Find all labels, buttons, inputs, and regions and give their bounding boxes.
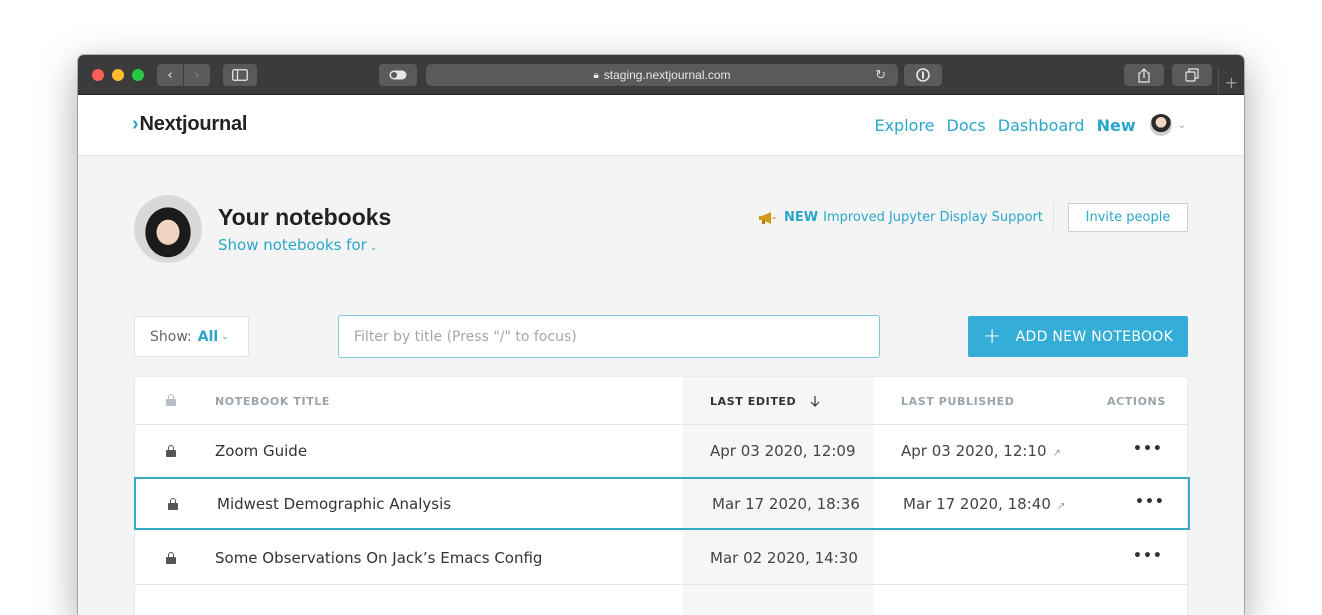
lock-icon [168,498,178,510]
chevron-down-icon: ⌄ [366,243,378,253]
forward-button[interactable]: › [184,64,210,86]
announcement-link[interactable]: NEW Improved Jupyter Display Support [758,210,1043,225]
plus-icon: + [982,323,1002,349]
new-tab-button[interactable]: + [1218,69,1244,95]
password-manager-button[interactable] [904,64,942,86]
zoom-window-button[interactable] [132,69,144,81]
last-edited: Mar 02 2020, 14:30 [710,549,858,567]
table-header: NOTEBOOK TITLE LAST EDITED LAST PUBLISHE… [135,377,1189,425]
privacy-toggle-button[interactable] [379,64,417,86]
show-notebooks-for-label: Show notebooks for [218,236,367,254]
tab-overview-button[interactable] [1172,64,1212,86]
password-manager-icon [916,68,930,82]
logo[interactable]: ›Nextjournal [132,113,247,136]
table-row[interactable]: Some Observations On Jack’s Emacs Config… [135,532,1189,585]
add-new-notebook-label: ADD NEW NOTEBOOK [1015,328,1174,345]
search-input[interactable] [338,315,880,358]
column-header-last-published[interactable]: LAST PUBLISHED [901,395,1014,408]
show-filter-label: Show: [150,328,192,345]
minimize-window-button[interactable] [112,69,124,81]
toggle-icon [389,70,407,80]
nav-new[interactable]: New [1097,116,1136,135]
last-published-date: Apr 03 2020, 12:10 [901,442,1047,460]
nav-explore[interactable]: Explore [874,116,934,135]
show-notebooks-for-dropdown[interactable]: Show notebooks for ⌄ [218,236,377,254]
chevron-right-icon: › [194,67,200,83]
column-header-last-edited-label: LAST EDITED [710,395,797,408]
chevron-down-icon: ⌄ [221,331,229,342]
nav-dashboard[interactable]: Dashboard [998,116,1085,135]
lock-icon [166,552,176,564]
chevron-down-icon[interactable]: ⌄ [1178,120,1186,131]
close-window-button[interactable] [92,69,104,81]
row-actions-button[interactable]: ••• [1133,441,1163,457]
notebook-title[interactable]: Some Observations On Jack’s Emacs Config [215,549,542,567]
share-icon [1138,67,1150,83]
megaphone-icon [759,211,776,224]
logo-text: Nextjournal [139,113,248,135]
announcement-text: Improved Jupyter Display Support [823,210,1043,225]
sidebar-toggle-button[interactable] [223,64,257,86]
row-actions-button[interactable]: ••• [1135,494,1165,510]
arrow-down-icon [810,396,820,407]
external-link-icon: ↗ [1056,501,1066,512]
notebook-title[interactable]: Zoom Guide [215,442,307,460]
browser-toolbar: ‹ › 🔒︎ staging.nextjournal.com ↻ + [78,55,1244,95]
address-bar[interactable]: 🔒︎ staging.nextjournal.com ↻ [426,64,898,86]
nav-docs[interactable]: Docs [947,116,986,135]
share-button[interactable] [1124,64,1164,86]
column-header-title[interactable]: NOTEBOOK TITLE [215,395,330,408]
tabs-icon [1185,68,1199,82]
app-header: ›Nextjournal Explore Docs Dashboard New … [78,95,1244,156]
logo-chevron: › [132,113,139,135]
notebook-title[interactable]: Midwest Demographic Analysis [217,495,451,513]
last-published[interactable]: Apr 03 2020, 12:10 ↗ [901,442,1061,460]
address-url: staging.nextjournal.com [603,68,731,82]
add-new-notebook-button[interactable]: + ADD NEW NOTEBOOK [968,316,1188,357]
external-link-icon: ↗ [1052,448,1061,459]
last-published-date: Mar 17 2020, 18:40 [903,495,1051,513]
chevron-left-icon: ‹ [167,67,173,83]
browser-window: ‹ › 🔒︎ staging.nextjournal.com ↻ + ›Next… [78,55,1244,615]
column-header-actions: ACTIONS [1107,395,1166,408]
lock-icon [166,445,176,457]
lock-icon [166,394,176,406]
column-header-last-edited[interactable]: LAST EDITED [710,395,821,408]
plus-icon: + [1224,72,1239,92]
invite-people-button[interactable]: Invite people [1068,203,1188,232]
divider [1053,203,1054,231]
row-actions-button[interactable]: ••• [1133,548,1163,564]
last-edited: Mar 17 2020, 18:36 [712,495,860,513]
show-filter-dropdown[interactable]: Show: All ⌄ [134,316,249,357]
back-button[interactable]: ‹ [157,64,183,86]
top-navigation: Explore Docs Dashboard New ⌄ [862,114,1186,136]
profile-avatar [134,195,202,263]
avatar[interactable] [1149,114,1172,136]
page-title: Your notebooks [218,204,392,230]
sidebar-icon [232,69,248,81]
reload-icon[interactable]: ↻ [875,67,886,83]
lock-icon: 🔒︎ [593,69,599,81]
announcement-new-badge: NEW [784,210,819,225]
last-published[interactable]: Mar 17 2020, 18:40 ↗ [903,495,1065,513]
show-filter-value: All [197,328,219,345]
table-row[interactable]: Midwest Demographic Analysis Mar 17 2020… [134,477,1190,530]
notebooks-table: NOTEBOOK TITLE LAST EDITED LAST PUBLISHE… [134,376,1190,615]
last-edited: Apr 03 2020, 12:09 [710,442,856,460]
table-row[interactable]: Zoom Guide Apr 03 2020, 12:09 Apr 03 202… [135,425,1189,478]
